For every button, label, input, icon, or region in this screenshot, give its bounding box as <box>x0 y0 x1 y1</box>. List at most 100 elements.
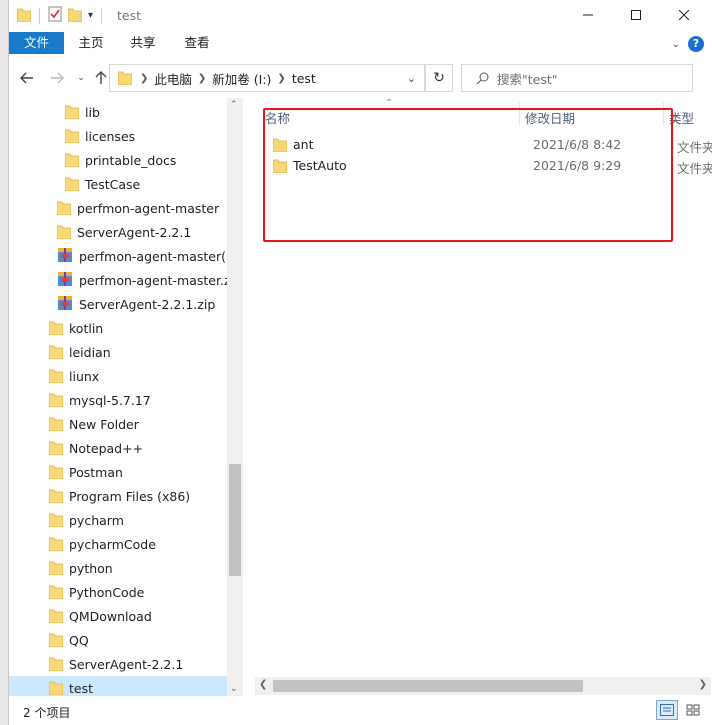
scroll-left-icon[interactable]: ❮ <box>259 679 267 690</box>
folder-icon <box>48 559 64 578</box>
close-button[interactable] <box>661 0 707 30</box>
content-scroll-thumb[interactable] <box>273 680 583 692</box>
folder-icon <box>48 487 64 506</box>
content-horizontal-scrollbar[interactable]: ❮ ❯ <box>255 677 711 695</box>
folder-icon <box>56 199 72 218</box>
nav-scroll-thumb[interactable] <box>229 464 241 576</box>
properties-icon[interactable] <box>48 6 62 25</box>
forward-button[interactable] <box>47 68 67 88</box>
nav-item[interactable]: Notepad++ <box>9 436 227 460</box>
folder-icon <box>48 439 64 458</box>
nav-item[interactable]: ServerAgent-2.2.1.zip <box>9 292 227 316</box>
minimize-button[interactable] <box>565 0 611 30</box>
nav-item-label: kotlin <box>69 320 104 336</box>
expand-ribbon-icon[interactable]: ⌄ <box>672 39 680 50</box>
chevron-right-icon: ❯ <box>277 72 286 84</box>
desktop-background-strip <box>0 0 8 725</box>
highlight-annotation-box <box>263 108 673 242</box>
quick-access-toolbar: ▾ <box>16 6 104 25</box>
folder-icon <box>48 535 64 554</box>
nav-item-label: ServerAgent-2.2.1.zip <box>79 296 216 312</box>
breadcrumb-drive[interactable]: 新加卷 (I:) <box>212 69 271 88</box>
folder-icon <box>48 655 64 674</box>
back-arrow-icon <box>20 72 33 84</box>
nav-item-label: ServerAgent-2.2.1 <box>77 224 192 240</box>
nav-item[interactable]: perfmon-agent-master <box>9 196 227 220</box>
nav-item[interactable]: ServerAgent-2.2.1 <box>9 220 227 244</box>
zip-icon <box>57 295 73 314</box>
file-type: 文件夹 <box>677 161 712 176</box>
nav-item[interactable]: Program Files (x86) <box>9 484 227 508</box>
ribbon-controls: ⌄ ? <box>672 36 704 52</box>
address-bar[interactable]: ❯ 此电脑 ❯ 新加卷 (I:) ❯ test ⌄ <box>109 64 425 92</box>
folder-icon[interactable] <box>16 6 32 25</box>
nav-item-label: QMDownload <box>69 608 152 624</box>
tab-file[interactable]: 文件 <box>9 32 64 54</box>
nav-item[interactable]: liunx <box>9 364 227 388</box>
folder-icon <box>56 223 72 242</box>
folder-icon <box>48 343 64 362</box>
nav-item-label: licenses <box>85 128 136 144</box>
nav-item[interactable]: New Folder <box>9 412 227 436</box>
nav-item-label: Program Files (x86) <box>69 488 191 504</box>
nav-item[interactable]: TestCase <box>9 172 227 196</box>
nav-item[interactable]: perfmon-agent-master.zip <box>9 268 242 292</box>
scroll-up-icon[interactable]: ⌃ <box>230 100 238 110</box>
explorer-window: ▾ test 文件 主页 共享 查看 ⌄ ? ⌄ ❯ 此电脑 ❯ 新加卷 (I:… <box>8 0 712 725</box>
nav-item[interactable]: python <box>9 556 227 580</box>
nav-item[interactable]: ServerAgent-2.2.1 <box>9 652 227 676</box>
folder-icon <box>64 103 80 122</box>
address-dropdown-icon[interactable]: ⌄ <box>407 72 416 85</box>
help-icon[interactable]: ? <box>688 36 704 52</box>
nav-item[interactable]: test <box>9 676 227 696</box>
maximize-button[interactable] <box>613 0 659 30</box>
refresh-button[interactable]: ↻ <box>425 64 453 92</box>
folder-icon <box>48 511 64 530</box>
new-folder-icon[interactable] <box>67 6 83 25</box>
folder-icon <box>48 631 64 650</box>
back-button[interactable] <box>17 68 37 88</box>
nav-item[interactable]: kotlin <box>9 316 227 340</box>
zip-icon <box>57 271 73 290</box>
nav-item[interactable]: QQ <box>9 628 227 652</box>
breadcrumb-this-pc[interactable]: 此电脑 <box>154 69 192 88</box>
details-view-button[interactable] <box>656 700 678 720</box>
scroll-down-icon[interactable]: ⌄ <box>230 684 238 694</box>
nav-item-label: test <box>69 680 94 696</box>
nav-item[interactable]: pycharmCode <box>9 532 227 556</box>
nav-item[interactable]: mysql-5.7.17 <box>9 388 227 412</box>
breadcrumb-test[interactable]: test <box>292 71 316 86</box>
title-bar: ▾ test <box>9 0 712 32</box>
nav-item[interactable]: PythonCode <box>9 580 227 604</box>
nav-item[interactable]: printable_docs <box>9 148 227 172</box>
nav-item[interactable]: QMDownload <box>9 604 227 628</box>
scroll-right-icon[interactable]: ❯ <box>699 679 707 690</box>
search-box[interactable]: 搜索"test" <box>461 64 693 92</box>
customize-dropdown-icon[interactable]: ▾ <box>88 10 93 21</box>
folder-icon <box>64 151 80 170</box>
nav-item[interactable]: licenses <box>9 124 227 148</box>
nav-item-label: pycharmCode <box>69 536 156 552</box>
forward-arrow-icon <box>51 72 64 84</box>
nav-item[interactable]: lib <box>9 100 227 124</box>
nav-item[interactable]: perfmon-agent-master(1) <box>9 244 239 268</box>
recent-locations-button[interactable]: ⌄ <box>71 68 91 88</box>
nav-item[interactable]: pycharm <box>9 508 227 532</box>
large-icons-view-button[interactable] <box>682 700 704 720</box>
tab-view[interactable]: 查看 <box>177 32 217 54</box>
nav-scrollbar[interactable]: ⌃ ⌄ <box>227 98 243 696</box>
nav-item-label: Notepad++ <box>69 440 144 456</box>
tab-share[interactable]: 共享 <box>123 32 163 54</box>
details-view-icon <box>660 704 674 716</box>
nav-item-label: mysql-5.7.17 <box>69 392 151 408</box>
nav-item[interactable]: Postman <box>9 460 227 484</box>
chevron-right-icon: ❯ <box>140 72 149 84</box>
nav-item-label: QQ <box>69 632 89 648</box>
nav-item-label: TestCase <box>85 176 141 192</box>
nav-item-label: python <box>69 560 113 576</box>
chevron-down-icon: ⌄ <box>77 73 85 83</box>
nav-item[interactable]: leidian <box>9 340 227 364</box>
tab-home[interactable]: 主页 <box>71 32 111 54</box>
navigation-pane: lib licenses printable_docs TestCase perfmon… <box>9 98 245 696</box>
up-button[interactable] <box>91 68 111 88</box>
